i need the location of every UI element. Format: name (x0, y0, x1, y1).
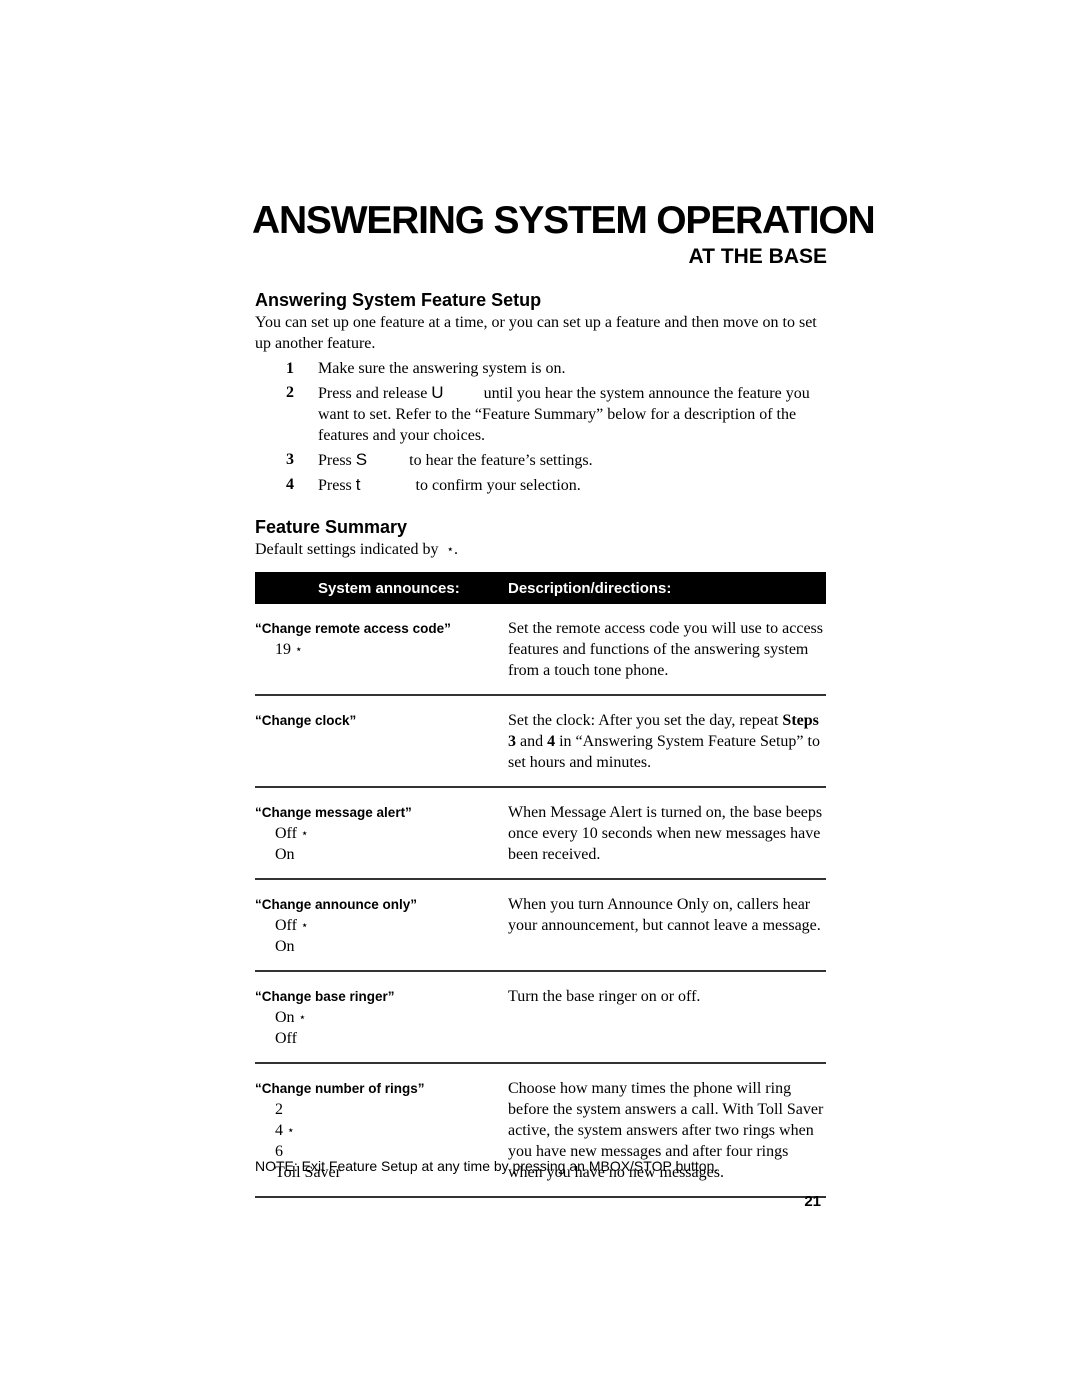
step-item: 4 Press t to confirm your selection. (255, 474, 830, 496)
table-row: “Change remote access code” 19 ⋆ Set the re… (255, 604, 826, 696)
step-number: 4 (286, 476, 294, 493)
description-cell: When Message Alert is turned on, the bas… (508, 804, 823, 863)
announce-cell: “Change base ringer” On ⋆ Off (255, 986, 508, 1049)
announce-cell: “Change remote access code” 19 ⋆ (255, 618, 508, 660)
summary-heading: Feature Summary (255, 517, 408, 537)
step-item: 1 Make sure the answering system is on. (255, 358, 830, 379)
setting-option-label: 4 (275, 1122, 283, 1139)
step-text-pre: Press and release (318, 385, 432, 402)
key-glyph-icon: U (431, 383, 444, 402)
page-title: ANSWERING SYSTEM OPERATION (252, 199, 876, 242)
default-star-icon: ⋆ (446, 542, 455, 556)
table-row: “Change clock” Set the clock: After you s… (255, 696, 826, 788)
setting-option: On (255, 936, 508, 957)
announce-label: “Change base ringer” (255, 989, 395, 1004)
description-cell: Turn the base ringer on or off. (508, 988, 701, 1005)
setting-option-label: On (275, 938, 295, 955)
exit-note: NOTE: Exit Feature Setup at any time by … (255, 1158, 719, 1174)
announce-label: “Change remote access code” (255, 621, 451, 636)
announce-label: “Change message alert” (255, 805, 412, 820)
description-text: and (516, 733, 548, 750)
announce-cell: “Change announce only” Off ⋆ On (255, 894, 508, 957)
announce-cell: “Change clock” (255, 710, 508, 731)
setting-option-label: Off (275, 1030, 297, 1047)
step-number: 1 (286, 360, 294, 377)
table-row: “Change message alert” Off ⋆ On When Message… (255, 788, 826, 880)
table-header: System announces: Description/directions… (255, 572, 826, 604)
default-star-icon: ⋆ (295, 642, 303, 656)
step-text: Press t to confirm your selection. (318, 474, 830, 496)
setting-option: Off ⋆ (255, 915, 508, 936)
key-glyph-icon: S (355, 450, 368, 469)
setting-option: 19 ⋆ (255, 639, 508, 660)
step-item: 3 Press Sto hear the feature’s settings. (255, 449, 830, 471)
description-cell: When you turn Announce Only on, callers … (508, 896, 821, 934)
table-row: “Change number of rings” 2 4 ⋆ 6 Toll Saver Ch… (255, 1064, 826, 1198)
announce-label: “Change clock” (255, 713, 357, 728)
step-text-post: to hear the feature’s settings. (409, 452, 593, 469)
setting-option-label: On (275, 1009, 295, 1026)
column-header-description: Description/directions: (508, 580, 672, 597)
setting-option-label: Off (275, 825, 297, 842)
description-text: 4 (547, 733, 556, 750)
setup-intro: You can set up one feature at a time, or… (255, 314, 817, 352)
setting-option: 4 ⋆ (255, 1120, 508, 1141)
key-glyph-icon: t (355, 475, 361, 494)
default-star-icon: ⋆ (300, 826, 309, 840)
setting-option: Off (255, 1028, 508, 1049)
setting-option-label: On (275, 846, 295, 863)
default-note: Default settings indicated by ⋆. (255, 539, 830, 560)
description-cell: Set the remote access code you will use … (508, 620, 823, 679)
announce-label: “Change announce only” (255, 897, 418, 912)
step-text: Make sure the answering system is on. (318, 360, 566, 377)
default-star-icon: ⋆ (298, 1010, 307, 1024)
setting-option-label: 2 (275, 1101, 283, 1118)
step-item: 2 Press and release Uuntil you hear the … (255, 382, 830, 446)
description-text: in “Answering System Feature Setup” to s… (508, 733, 820, 771)
step-text: Press and release Uuntil you hear the sy… (318, 382, 830, 446)
step-number: 2 (286, 384, 294, 401)
setting-option-label: 19 (275, 641, 291, 658)
page-number: 21 (804, 1193, 821, 1210)
default-star-icon: ⋆ (287, 1123, 295, 1137)
step-number: 3 (286, 451, 294, 468)
step-text-pre: Press (318, 477, 356, 494)
page-subtitle: AT THE BASE (688, 245, 827, 268)
announce-cell: “Change message alert” Off ⋆ On (255, 802, 508, 865)
setup-steps: 1 Make sure the answering system is on. … (255, 358, 830, 499)
column-header-announces: System announces: (318, 580, 460, 597)
default-note-text: Default settings indicated by (255, 541, 443, 558)
setting-option: Off ⋆ (255, 823, 508, 844)
step-text: Press Sto hear the feature’s settings. (318, 449, 830, 471)
setting-option: On ⋆ (255, 1007, 508, 1028)
feature-summary-table: System announces: Description/directions… (255, 572, 826, 1198)
table-row: “Change base ringer” On ⋆ Off Turn the base … (255, 972, 826, 1064)
description-text: Set the clock: After you set the day, re… (508, 712, 783, 729)
setting-option: On (255, 844, 508, 865)
default-note-period: . (454, 541, 459, 558)
announce-label: “Change number of rings” (255, 1081, 425, 1096)
setting-option-label: Off (275, 917, 297, 934)
description-cell: Set the clock: After you set the day, re… (508, 710, 826, 773)
setup-heading: Answering System Feature Setup (255, 290, 542, 310)
table-row: “Change announce only” Off ⋆ On When you tur… (255, 880, 826, 972)
step-text-pre: Press (318, 452, 356, 469)
setting-option: 2 (255, 1099, 508, 1120)
step-text-post: to confirm your selection. (415, 477, 581, 494)
default-star-icon: ⋆ (300, 918, 309, 932)
